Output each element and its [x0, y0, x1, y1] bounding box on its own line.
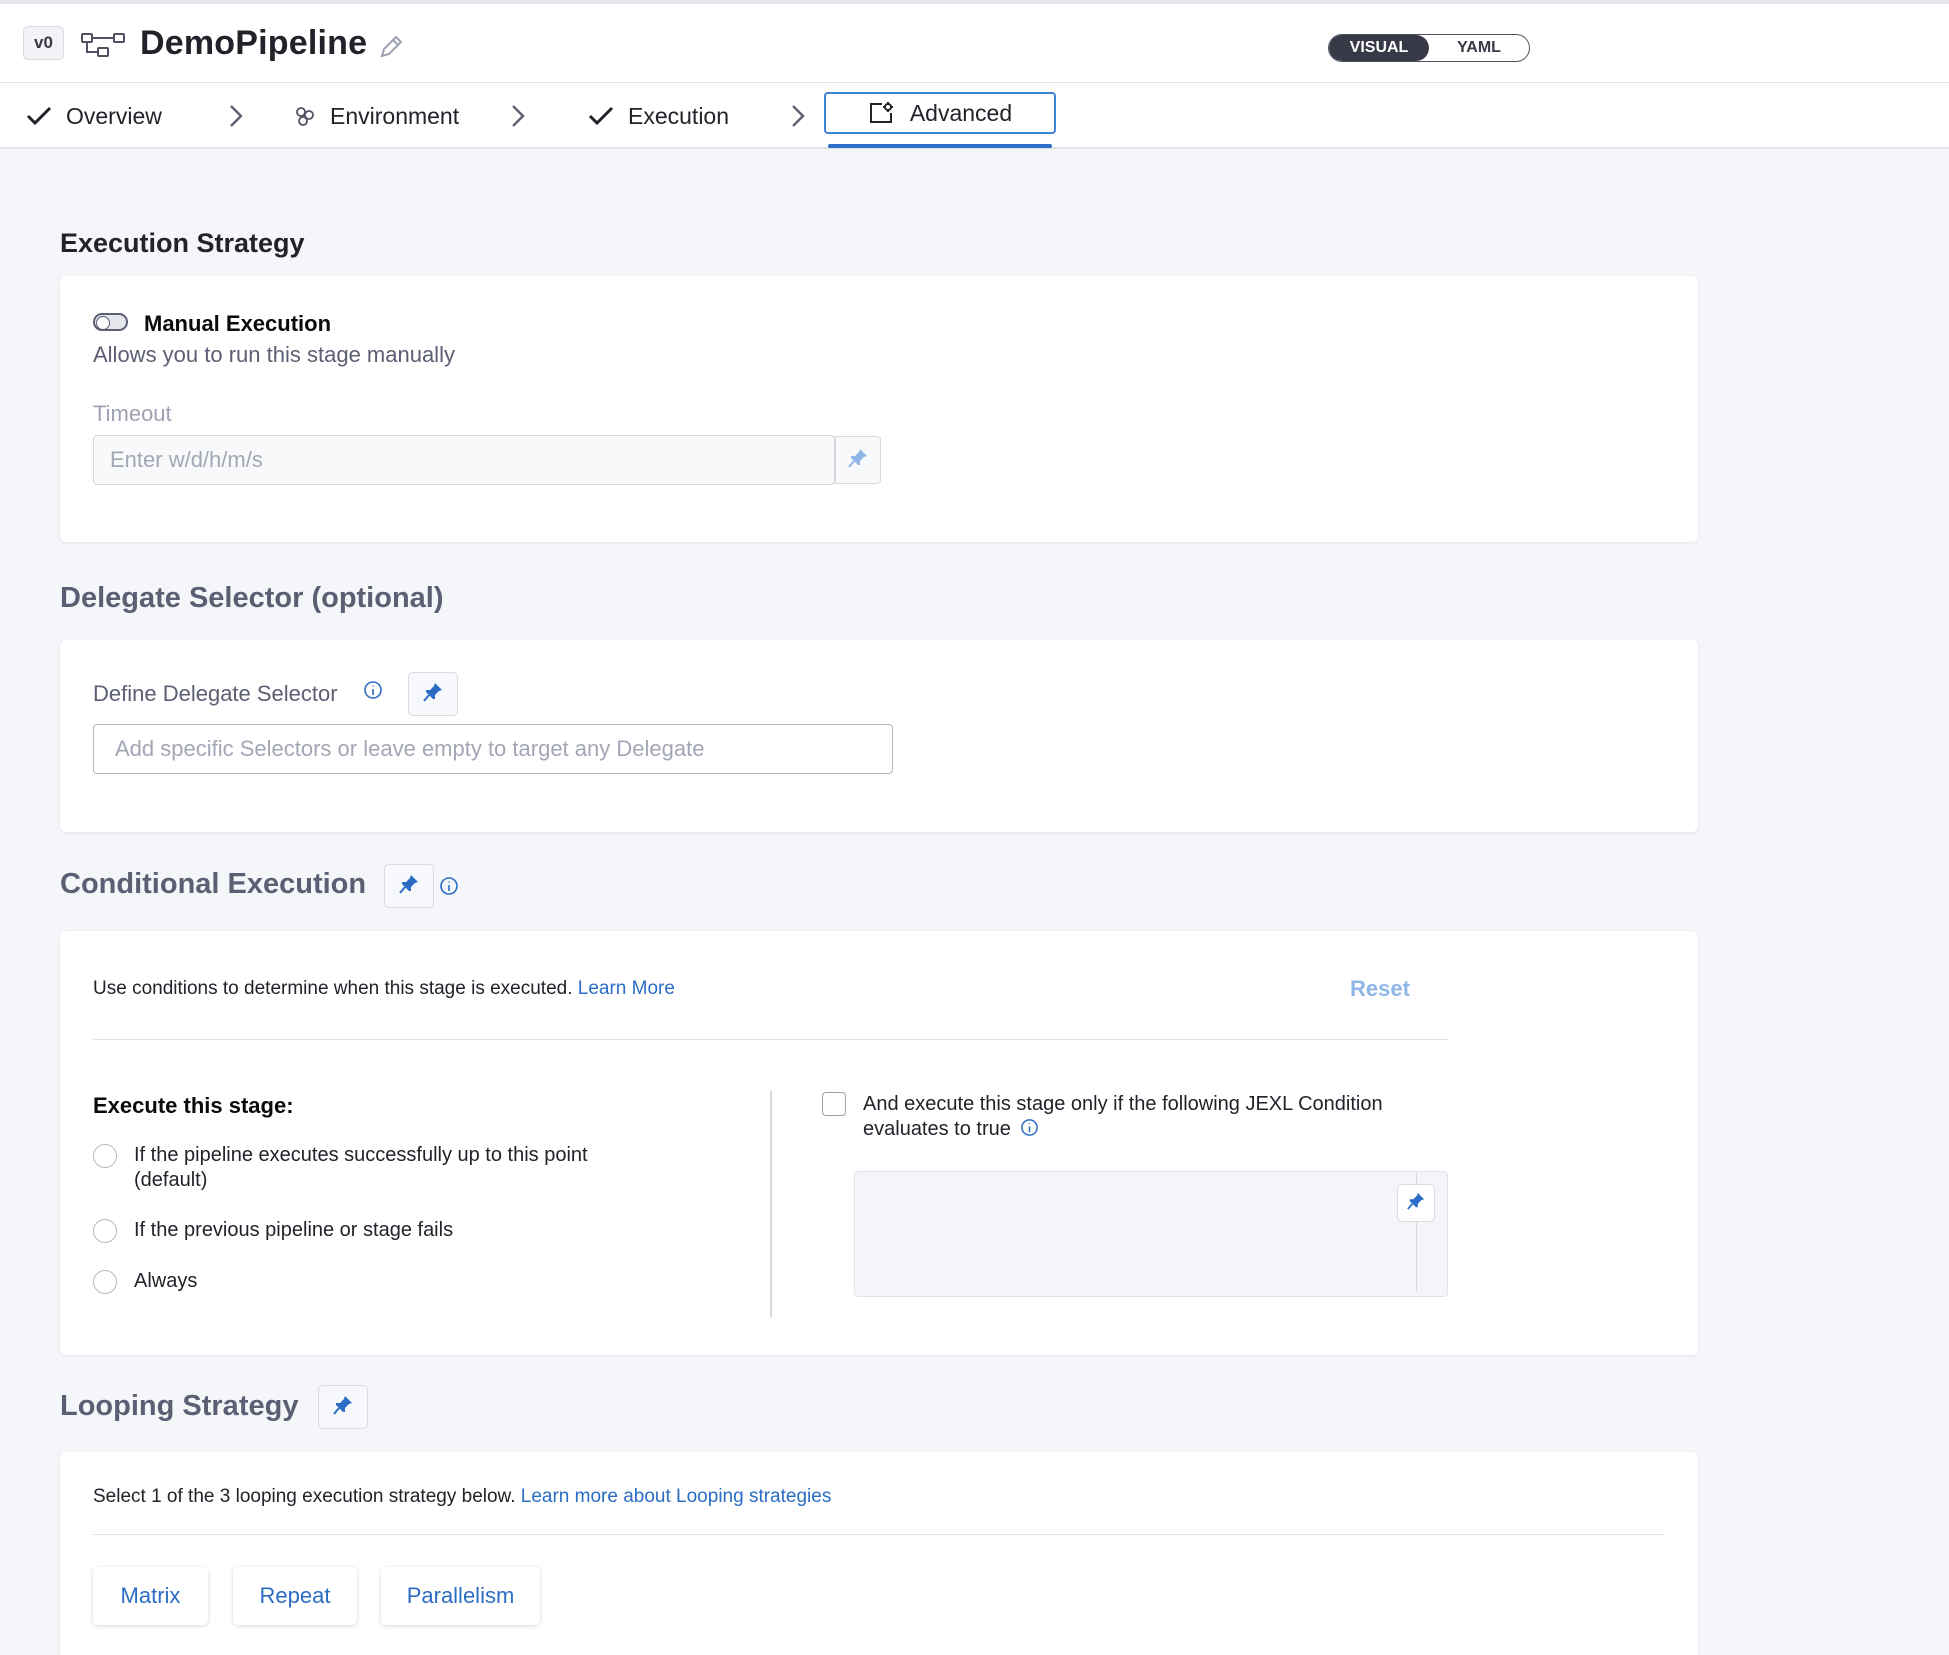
jexl-condition-checkbox[interactable] — [822, 1092, 846, 1116]
tab-label: Overview — [66, 102, 162, 129]
environment-icon — [294, 105, 316, 127]
looping-intro-text: Select 1 of the 3 looping execution stra… — [93, 1486, 516, 1507]
reset-button[interactable]: Reset — [1350, 976, 1410, 1002]
jexl-condition-editor[interactable] — [854, 1171, 1448, 1297]
yaml-mode-button[interactable]: YAML — [1429, 35, 1529, 61]
pipeline-icon — [80, 30, 126, 65]
tab-overview[interactable]: Overview — [26, 83, 162, 149]
radio-success-label: If the pipeline executes successfully up… — [134, 1143, 588, 1193]
jexl-pin-button[interactable] — [1397, 1184, 1435, 1222]
radio-always[interactable] — [93, 1270, 117, 1294]
info-icon[interactable] — [1020, 1118, 1039, 1144]
advanced-icon — [868, 101, 894, 125]
delegate-selector-title: Delegate Selector (optional) — [60, 582, 444, 614]
looping-learn-more-link[interactable]: Learn more about Looping strategies — [521, 1486, 832, 1507]
tab-label: Environment — [330, 102, 460, 129]
radio-failure-label: If the previous pipeline or stage fails — [134, 1219, 454, 1241]
pin-icon — [399, 874, 419, 899]
visual-yaml-toggle: VISUAL YAML — [1328, 34, 1530, 62]
conditional-intro-text: Use conditions to determine when this st… — [93, 978, 573, 999]
manual-execution-label: Manual Execution — [144, 311, 332, 336]
radio-label-line: If the pipeline executes successfully up… — [134, 1144, 588, 1166]
delegate-selector-input[interactable]: Add specific Selectors or leave empty to… — [93, 724, 893, 774]
manual-execution-toggle[interactable] — [93, 313, 128, 331]
radio-success[interactable] — [93, 1144, 117, 1168]
radio-label-line: (default) — [134, 1169, 208, 1191]
step-navigation: Overview Environment Execution Advanced — [0, 83, 1949, 149]
looping-pin-button[interactable] — [318, 1385, 368, 1429]
conditional-execution-title: Conditional Execution — [60, 868, 367, 900]
tab-execution[interactable]: Execution — [588, 83, 729, 149]
delegate-pin-button[interactable] — [408, 672, 458, 716]
pipeline-name: DemoPipeline — [140, 24, 368, 62]
looping-strategy-card: Select 1 of the 3 looping execution stra… — [60, 1452, 1698, 1655]
delegate-selector-label: Define Delegate Selector — [93, 681, 338, 706]
parallelism-button[interactable]: Parallelism — [381, 1567, 540, 1625]
manual-execution-description: Allows you to run this stage manually — [93, 342, 455, 367]
jexl-label-text: evaluates to true — [863, 1118, 1011, 1140]
conditional-pin-button[interactable] — [384, 864, 434, 908]
execution-strategy-card: Manual Execution Allows you to run this … — [60, 276, 1698, 542]
vertical-divider — [770, 1091, 772, 1317]
pencil-icon[interactable] — [378, 34, 404, 65]
jexl-label-line: And execute this stage only if the follo… — [863, 1093, 1383, 1115]
chevron-right-icon — [228, 103, 244, 134]
delegate-selector-card: Define Delegate Selector Add specific Se… — [60, 640, 1698, 832]
conditional-execution-card: Use conditions to determine when this st… — [60, 931, 1698, 1355]
timeout-input[interactable]: Enter w/d/h/m/s — [93, 435, 835, 485]
learn-more-link[interactable]: Learn More — [578, 978, 675, 999]
tab-label: Execution — [628, 102, 730, 129]
pin-icon — [1407, 1192, 1425, 1215]
pipeline-header: v0 DemoPipeline VISUAL YAML — [0, 0, 1949, 83]
check-icon — [588, 105, 614, 127]
execute-stage-heading: Execute this stage: — [93, 1093, 294, 1118]
radio-failure[interactable] — [93, 1219, 117, 1243]
chevron-right-icon — [510, 103, 526, 134]
tab-environment[interactable]: Environment — [294, 83, 459, 149]
tab-advanced[interactable]: Advanced — [824, 92, 1056, 134]
matrix-button[interactable]: Matrix — [93, 1567, 208, 1625]
chevron-right-icon — [790, 103, 806, 134]
looping-intro: Select 1 of the 3 looping execution stra… — [93, 1486, 831, 1508]
pin-icon — [848, 448, 868, 473]
visual-mode-button[interactable]: VISUAL — [1329, 35, 1429, 61]
pin-icon — [333, 1395, 353, 1420]
pin-icon — [423, 682, 443, 707]
repeat-button[interactable]: Repeat — [233, 1567, 357, 1625]
looping-strategy-title: Looping Strategy — [60, 1390, 299, 1422]
check-icon — [26, 105, 52, 127]
timeout-pin-button[interactable] — [835, 436, 881, 484]
info-icon[interactable] — [439, 876, 459, 901]
tab-label: Advanced — [909, 99, 1013, 126]
info-icon[interactable] — [363, 680, 383, 705]
jexl-label-line-2: evaluates to true — [863, 1117, 1383, 1144]
divider — [93, 1534, 1665, 1535]
radio-always-label: Always — [134, 1270, 198, 1292]
divider — [93, 1039, 1449, 1040]
active-tab-indicator — [828, 144, 1052, 148]
version-badge[interactable]: v0 — [23, 26, 64, 60]
jexl-condition-label: And execute this stage only if the follo… — [863, 1092, 1383, 1144]
execution-strategy-title: Execution Strategy — [60, 228, 305, 258]
timeout-label: Timeout — [93, 401, 172, 426]
conditional-intro: Use conditions to determine when this st… — [93, 978, 675, 1000]
